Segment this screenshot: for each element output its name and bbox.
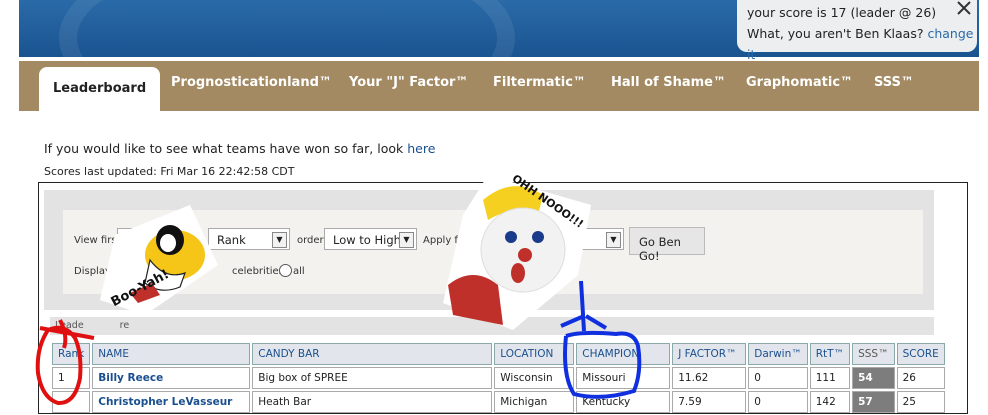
order-value: Low to High <box>333 233 401 247</box>
score-cell: 26 <box>896 367 945 389</box>
j-factor-cell: 11.62 <box>672 367 747 389</box>
tab-prognosticationland[interactable]: Prognosticationland™ <box>171 75 332 90</box>
score-cell: 25 <box>896 391 945 413</box>
j-factor-cell: 7.59 <box>672 391 747 413</box>
red-circle-annotation <box>35 319 95 406</box>
name-cell: Christopher LeVasseur <box>92 391 251 413</box>
go-button[interactable]: Go Ben Go! <box>629 227 705 263</box>
table-header-row: Rank NAME CANDY BAR LOCATION CHAMPION J … <box>52 343 945 365</box>
space-ghost-sticker: Boo-Yah! <box>100 205 218 315</box>
tab-j-factor[interactable]: Your "J" Factor™ <box>349 75 468 90</box>
column-header-darwin[interactable]: Darwin™ <box>748 343 808 365</box>
name-cell: Billy Reece <box>92 367 251 389</box>
display-radio-all[interactable] <box>279 264 292 277</box>
table-row: 1 Billy Reece Big box of SPREE Wisconsin… <box>52 367 945 389</box>
column-header-j-factor[interactable]: J FACTOR™ <box>672 343 747 365</box>
main-nav: Leaderboard Prognosticationland™ Your "J… <box>19 61 979 111</box>
score-box: your score is 17 (leader @ 26) What, you… <box>737 0 977 62</box>
table-row: Christopher LeVasseur Heath Bar Michigan… <box>52 391 945 413</box>
celebrities-label: celebrities <box>232 266 284 277</box>
column-header-candy-bar[interactable]: CANDY BAR <box>252 343 493 365</box>
winners-link[interactable]: here <box>407 141 435 156</box>
player-link[interactable]: Billy Reece <box>98 372 163 384</box>
rtt-cell: 142 <box>809 391 851 413</box>
tab-graphomatic[interactable]: Graphomatic™ <box>746 75 853 90</box>
candy-cell: Heath Bar <box>252 391 493 413</box>
blue-circle-annotation <box>560 280 642 399</box>
candy-cell: Big box of SPREE <box>252 367 493 389</box>
intro-line: If you would like to see what teams have… <box>44 141 435 156</box>
order-select[interactable]: Low to High ▼ <box>324 228 417 250</box>
column-header-rtt[interactable]: RtT™ <box>809 343 851 365</box>
close-icon[interactable] <box>956 0 972 16</box>
identity-line: What, you aren't Ben Klaas? change it <box>747 23 977 65</box>
identity-question: What, you aren't Ben Klaas? <box>747 26 924 41</box>
darwin-cell: 0 <box>748 367 808 389</box>
tab-sss[interactable]: SSS™ <box>874 75 914 90</box>
score-text: your score is 17 (leader @ 26) <box>747 5 937 20</box>
tab-leaderboard[interactable]: Leaderboard <box>39 67 161 111</box>
column-header-sss[interactable]: SSS™ <box>852 343 895 365</box>
rtt-cell: 111 <box>809 367 851 389</box>
chevron-down-icon: ▼ <box>272 232 287 248</box>
sss-cell: 54 <box>852 367 895 389</box>
tab-filtermatic[interactable]: Filtermatic™ <box>493 75 586 90</box>
tab-hall-of-shame[interactable]: Hall of Shame™ <box>611 75 726 90</box>
intro-text: If you would like to see what teams have… <box>44 141 404 156</box>
sss-cell: 57 <box>852 391 895 413</box>
leaderboard-table: Rank NAME CANDY BAR LOCATION CHAMPION J … <box>50 341 947 415</box>
sort-field-value: Rank <box>217 233 246 247</box>
banner-decoration <box>59 0 515 57</box>
darwin-cell: 0 <box>748 391 808 413</box>
column-header-score[interactable]: SCORE <box>896 343 945 365</box>
order-label: order <box>297 235 324 246</box>
column-header-name[interactable]: NAME <box>92 343 251 365</box>
chevron-down-icon: ▼ <box>606 232 621 248</box>
last-updated: Scores last updated: Fri Mar 16 22:42:58… <box>44 165 295 178</box>
all-label: all <box>293 266 305 277</box>
chevron-down-icon: ▼ <box>399 232 414 248</box>
sort-field-select[interactable]: Rank ▼ <box>208 228 290 250</box>
player-link[interactable]: Christopher LeVasseur <box>98 396 232 408</box>
